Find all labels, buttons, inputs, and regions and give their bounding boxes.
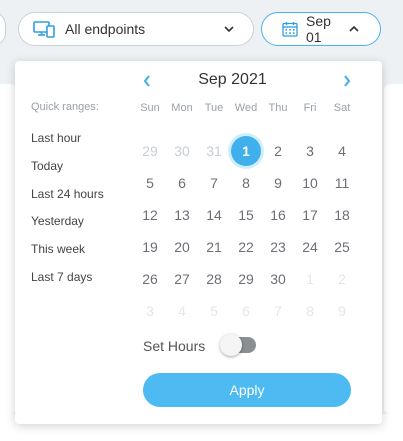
calendar-day[interactable]: 28 <box>199 264 229 294</box>
calendar-day[interactable]: 14 <box>199 200 229 230</box>
selected-day[interactable]: 1 <box>231 136 261 166</box>
partial-filter-pill[interactable] <box>0 12 6 46</box>
calendar-day: 2 <box>338 271 346 287</box>
quick-range-item[interactable]: This week <box>31 242 85 256</box>
weekday-label: Sat <box>333 102 351 114</box>
weekday-label: Mon <box>171 102 193 114</box>
endpoint-select-label: All endpoints <box>65 21 146 37</box>
calendar-day: 3 <box>146 303 154 319</box>
calendar-day[interactable]: 27 <box>167 264 197 294</box>
calendar-day[interactable]: 3 <box>295 136 325 166</box>
background-card-right <box>384 84 403 414</box>
devices-icon <box>33 20 55 38</box>
calendar-day[interactable]: 5 <box>135 168 165 198</box>
endpoint-select[interactable]: All endpoints <box>18 12 254 46</box>
set-hours-label: Set Hours <box>143 338 206 354</box>
calendar-day[interactable]: 24 <box>295 232 325 262</box>
calendar-day[interactable]: 16 <box>263 200 293 230</box>
quick-range-item[interactable]: Last 24 hours <box>31 187 104 201</box>
quick-range-item[interactable]: Last 7 days <box>31 270 92 284</box>
calendar-day[interactable]: 29 <box>231 264 261 294</box>
calendar-day[interactable]: 20 <box>167 232 197 262</box>
month-title: Sep 2021 <box>198 71 267 88</box>
quick-range-item[interactable]: Last hour <box>31 131 81 145</box>
calendar-icon <box>282 21 298 37</box>
background-card-left <box>0 84 16 414</box>
top-toolbar: All endpoints Sep 01 <box>0 0 403 60</box>
date-range-button[interactable]: Sep 01 <box>261 12 381 46</box>
next-month-button[interactable] <box>337 69 357 93</box>
quick-range-item[interactable]: Today <box>31 159 63 173</box>
calendar-day[interactable]: 9 <box>263 168 293 198</box>
calendar-day[interactable]: 2 <box>263 136 293 166</box>
date-picker-popup: Quick ranges: Last hour Today Last 24 hour… <box>15 61 382 424</box>
calendar-day[interactable]: 15 <box>231 200 261 230</box>
chevron-up-icon <box>348 25 360 33</box>
calendar-day[interactable]: 26 <box>135 264 165 294</box>
calendar-day[interactable]: 19 <box>135 232 165 262</box>
calendar-day[interactable]: 30 <box>263 264 293 294</box>
calendar-day: 8 <box>306 303 314 319</box>
calendar-day: 7 <box>274 303 282 319</box>
calendar-day: 6 <box>242 303 250 319</box>
calendar-day[interactable]: 7 <box>199 168 229 198</box>
calendar-day: 1 <box>306 271 314 287</box>
calendar-day[interactable]: 21 <box>199 232 229 262</box>
weekday-label: Thu <box>268 102 288 114</box>
calendar-day[interactable]: 13 <box>167 200 197 230</box>
calendar-day[interactable]: 23 <box>263 232 293 262</box>
calendar-day[interactable]: 10 <box>295 168 325 198</box>
calendar-day[interactable]: 29 <box>135 136 165 166</box>
calendar-day[interactable]: 18 <box>327 200 357 230</box>
calendar-day[interactable]: 12 <box>135 200 165 230</box>
chevron-right-icon <box>344 75 351 87</box>
apply-button[interactable]: Apply <box>143 373 351 407</box>
weekday-label: Fri <box>303 102 317 114</box>
chevron-down-icon <box>223 25 237 33</box>
calendar-day[interactable]: 6 <box>167 168 197 198</box>
calendar-day[interactable]: 30 <box>167 136 197 166</box>
calendar-day[interactable]: 22 <box>231 232 261 262</box>
chevron-left-icon <box>143 75 150 87</box>
calendar-day[interactable]: 11 <box>327 168 357 198</box>
toggle-knob <box>220 334 242 356</box>
quick-range-item[interactable]: Yesterday <box>31 214 84 228</box>
calendar-day: 5 <box>210 303 218 319</box>
quick-ranges-title: Quick ranges: <box>31 101 99 113</box>
weekday-label: Wed <box>234 102 258 114</box>
prev-month-button[interactable] <box>137 69 157 93</box>
calendar-day: 9 <box>338 303 346 319</box>
weekday-label: Tue <box>204 102 224 114</box>
calendar-day[interactable]: 25 <box>327 232 357 262</box>
date-range-label: Sep 01 <box>306 13 331 45</box>
weekday-label: Sun <box>140 102 160 114</box>
calendar-day[interactable]: 4 <box>327 136 357 166</box>
calendar-day[interactable]: 17 <box>295 200 325 230</box>
calendar-day: 4 <box>178 303 186 319</box>
set-hours-toggle[interactable] <box>220 334 256 356</box>
calendar-day[interactable]: 8 <box>231 168 261 198</box>
calendar-day[interactable]: 31 <box>199 136 229 166</box>
